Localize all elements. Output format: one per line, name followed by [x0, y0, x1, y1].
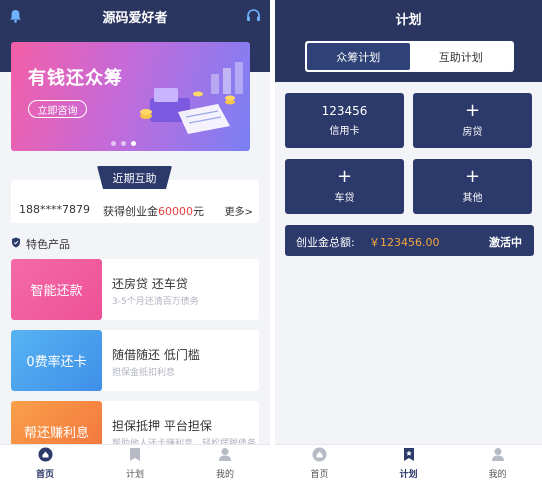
product-thumb: 0费率还卡 — [11, 330, 102, 391]
special-products-heading: 特色产品 — [11, 236, 70, 252]
carousel-dot-active[interactable] — [131, 141, 136, 146]
product-thumb: 智能还款 — [11, 259, 102, 320]
card-number: 123456 — [321, 104, 368, 118]
ticker-text: 获得创业金60000元 — [103, 203, 204, 219]
consult-button[interactable]: 立即咨询 — [28, 100, 87, 118]
card-label: 车贷 — [334, 193, 355, 204]
total-label: 创业金总额: — [296, 236, 355, 249]
total-amount: ￥123456.00 — [369, 236, 440, 249]
tab-mutual-aid-plan[interactable]: 互助计划 — [410, 43, 513, 70]
user-icon — [491, 447, 505, 465]
plan-segmented-control: 众筹计划 互助计划 — [305, 41, 514, 72]
home-screen: 源码爱好者 有钱还众筹 立即咨询 188****7879 获得创业金60000元… — [0, 0, 270, 482]
ticker-amount: 60000 — [158, 205, 193, 218]
user-icon — [218, 447, 232, 465]
shield-icon — [11, 237, 21, 251]
ticker-prefix: 获得创业金 — [103, 205, 158, 218]
tab-label: 首页 — [310, 470, 329, 480]
tab-label: 计划 — [399, 470, 418, 480]
headset-icon[interactable] — [246, 8, 261, 27]
product-card[interactable]: 0费率还卡 随借随还 低门槛 担保金抵扣利息 — [11, 330, 259, 391]
tab-mine[interactable]: 我的 — [453, 445, 542, 482]
product-card[interactable]: 智能还款 还房贷 还车贷 3-5个月还清百万债务 — [11, 259, 259, 320]
plus-icon: + — [464, 100, 481, 121]
mortgage-plan-card[interactable]: + 房贷 — [413, 93, 532, 148]
tab-label: 我的 — [488, 470, 507, 480]
card-label: 其他 — [462, 193, 483, 204]
product-title: 随借随还 低门槛 — [112, 348, 200, 362]
product-desc: 3-5个月还清百万债务 — [112, 297, 199, 307]
plan-icon — [402, 447, 416, 465]
promo-banner[interactable]: 有钱还众筹 立即咨询 — [11, 42, 250, 151]
product-card[interactable]: 帮还赚利息 担保抵押 平台担保 帮助他人还卡赚利息，轻松摆脱债务 — [11, 401, 259, 449]
finance-illustration-icon — [140, 62, 243, 134]
plan-icon — [128, 447, 142, 465]
home-icon — [38, 447, 53, 465]
card-label: 房贷 — [462, 127, 483, 138]
status-badge[interactable]: 激活中 — [489, 234, 522, 250]
tab-label: 我的 — [215, 470, 234, 480]
credit-card-plan-card[interactable]: 123456 信用卡 — [285, 93, 404, 148]
startup-fund-total-bar: 创业金总额: ￥123456.00 激活中 — [285, 225, 534, 256]
plan-header: 计划 众筹计划 互助计划 — [275, 0, 542, 82]
product-desc: 担保金抵扣利息 — [112, 368, 176, 378]
bottom-tab-bar: 首页 计划 我的 — [275, 444, 542, 482]
home-icon — [312, 447, 327, 465]
product-thumb: 帮还赚利息 — [11, 401, 102, 449]
tab-mine[interactable]: 我的 — [180, 445, 270, 482]
carousel-dots[interactable] — [111, 141, 136, 146]
ticker-user: 188****7879 — [19, 203, 90, 216]
plus-icon: + — [336, 166, 353, 187]
tab-label: 首页 — [35, 470, 54, 480]
plan-screen: 计划 众筹计划 互助计划 123456 信用卡 + 房贷 + 车贷 + 其他 创… — [275, 0, 542, 482]
tab-crowdfunding-plan[interactable]: 众筹计划 — [307, 43, 410, 70]
tab-plan[interactable]: 计划 — [364, 445, 453, 482]
tab-home[interactable]: 首页 — [0, 445, 90, 482]
plus-icon: + — [464, 166, 481, 187]
tab-plan[interactable]: 计划 — [90, 445, 180, 482]
product-title: 担保抵押 平台担保 — [112, 419, 212, 433]
app-header: 源码爱好者 — [0, 0, 270, 32]
carousel-dot[interactable] — [111, 141, 116, 146]
more-link[interactable]: 更多> — [225, 203, 253, 218]
recent-aid-tab: 近期互助 — [97, 166, 172, 189]
card-label: 信用卡 — [329, 126, 360, 137]
ticker-suffix: 元 — [193, 205, 204, 218]
tab-label: 计划 — [125, 470, 144, 480]
product-title: 还房贷 还车贷 — [112, 277, 188, 291]
carousel-dot[interactable] — [121, 141, 126, 146]
bottom-tab-bar: 首页 计划 我的 — [0, 444, 270, 482]
car-loan-plan-card[interactable]: + 车贷 — [285, 159, 404, 214]
app-title: 源码爱好者 — [102, 10, 168, 26]
page-title: 计划 — [395, 13, 422, 28]
bell-icon[interactable] — [9, 9, 22, 27]
other-plan-card[interactable]: + 其他 — [413, 159, 532, 214]
tab-home[interactable]: 首页 — [275, 445, 364, 482]
banner-title: 有钱还众筹 — [28, 68, 123, 89]
special-products-label: 特色产品 — [26, 238, 70, 251]
